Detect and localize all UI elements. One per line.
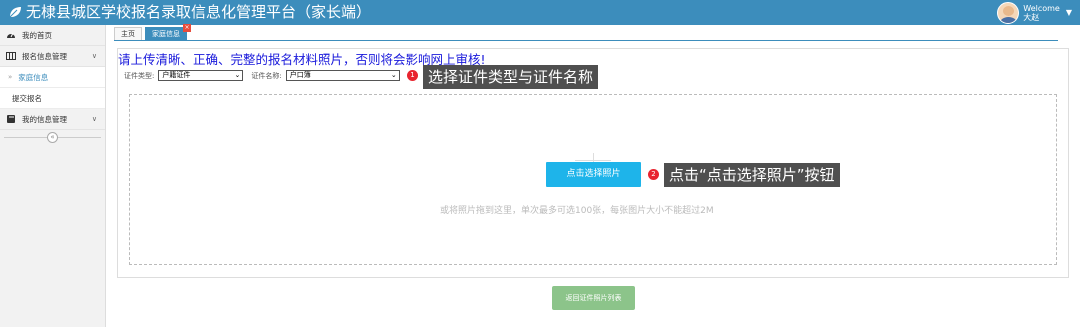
caret-down-icon[interactable]: ▼ — [1066, 8, 1072, 17]
cert-name-value: 户口簿 — [289, 71, 311, 79]
sidebar: 我的首页 报名信息管理 ∨ » 家庭信息 提交报名 我的信息管理 ∨ « — [0, 25, 106, 327]
certificate-form: 证件类型: 户籍证件 ⌄ 证件名称: 户口簿 ⌄ — [124, 70, 400, 81]
close-icon[interactable]: × — [183, 24, 191, 32]
cert-name-label: 证件名称: — [251, 71, 282, 80]
sidebar-collapse-row: « — [0, 130, 105, 144]
book-icon — [7, 115, 15, 123]
grid-icon — [6, 52, 16, 60]
sidebar-item-label: 我的信息管理 — [22, 114, 67, 124]
chevron-down-icon: ∨ — [91, 115, 97, 123]
sidebar-item-home[interactable]: 我的首页 — [0, 25, 105, 46]
avatar[interactable] — [997, 1, 1020, 24]
sidebar-item-label: 提交报名 — [12, 93, 42, 103]
choose-photo-button[interactable]: 点击选择照片 — [546, 162, 641, 187]
cert-type-select[interactable]: 户籍证件 ⌄ — [158, 70, 244, 81]
annotation-callout-2: 点击“点击选择照片”按钮 — [664, 163, 840, 187]
chevron-down-icon: ⌄ — [234, 71, 241, 79]
chevron-down-icon: ∨ — [91, 52, 97, 60]
collapse-icon[interactable]: « — [47, 131, 58, 143]
cert-type-value: 户籍证件 — [162, 71, 191, 79]
sidebar-subitem-submit[interactable]: 提交报名 — [0, 88, 105, 109]
sidebar-item-label: 家庭信息 — [18, 72, 49, 82]
sidebar-item-my-info[interactable]: 我的信息管理 ∨ — [0, 109, 105, 130]
app-title: 无棣县城区学校报名录取信息化管理平台（家长端） — [26, 3, 372, 21]
user-menu[interactable]: Welcome 大赵 ▼ — [997, 0, 1072, 25]
chevron-right-icon: » — [8, 73, 13, 81]
sidebar-item-enrollment[interactable]: 报名信息管理 ∨ — [0, 46, 105, 67]
leaf-icon — [9, 7, 21, 18]
drop-hint: 或将照片拖到这里，单次最多可选100张，每张图片大小不能超过2M — [440, 206, 714, 216]
brand: 无棣县城区学校报名录取信息化管理平台（家长端） — [8, 2, 371, 22]
tab-family-info[interactable]: 家庭信息 × — [145, 24, 191, 40]
tab-strip: 主页 家庭信息 × — [114, 24, 191, 40]
tab-home[interactable]: 主页 — [114, 27, 142, 40]
sidebar-item-label: 我的首页 — [22, 30, 52, 40]
username: 大赵 — [1023, 12, 1040, 22]
sidebar-item-label: 报名信息管理 — [22, 51, 67, 61]
gauge-icon — [7, 32, 15, 38]
welcome-text: Welcome — [1023, 3, 1060, 13]
top-header-bar: 无棣县城区学校报名录取信息化管理平台（家长端） Welcome 大赵 ▼ — [0, 0, 1080, 25]
cert-type-label: 证件类型: — [124, 71, 155, 80]
cert-name-select[interactable]: 户口簿 ⌄ — [285, 70, 400, 81]
return-to-list-button[interactable]: 返回证件照片列表 — [552, 286, 635, 310]
step-marker-1: 1 — [407, 70, 418, 81]
tab-divider — [114, 40, 1058, 41]
chevron-down-icon: ⌄ — [390, 71, 397, 79]
annotation-callout-1: 选择证件类型与证件名称 — [423, 65, 599, 89]
step-marker-2: 2 — [648, 169, 659, 180]
tab-label: 家庭信息 — [152, 30, 180, 38]
sidebar-subitem-family-info[interactable]: » 家庭信息 — [0, 67, 105, 88]
